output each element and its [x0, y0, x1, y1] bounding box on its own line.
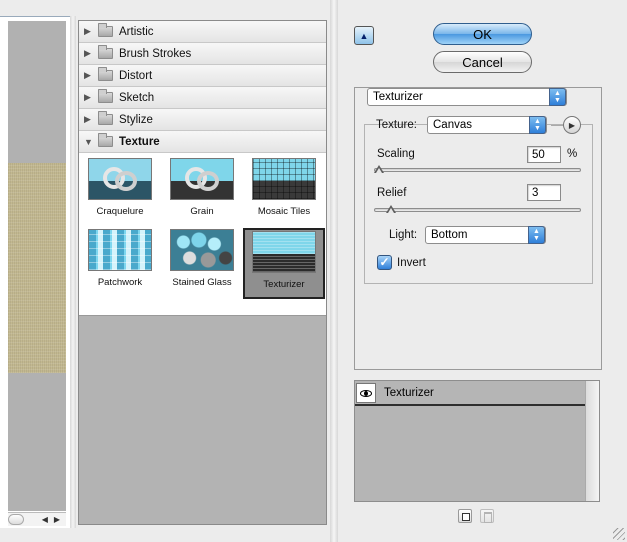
preview-canvas: [8, 163, 66, 373]
category-label: Stylize: [119, 113, 153, 126]
preview-horizontal-scrollbar[interactable]: ◀ ▶: [8, 512, 66, 526]
texturizer-thumbnail-icon: [252, 231, 316, 273]
visibility-eye-icon[interactable]: [356, 383, 376, 403]
thumbnail-texturizer[interactable]: Texturizer: [243, 228, 325, 299]
play-arrow-icon: ▶: [568, 120, 576, 130]
panel-divider[interactable]: [330, 0, 338, 542]
category-label: Distort: [119, 69, 153, 82]
scroll-right-arrow-icon[interactable]: ▶: [54, 515, 60, 524]
up-down-arrows-icon: ▲ ▼: [529, 116, 546, 134]
open-folder-icon: [98, 133, 113, 147]
category-sketch[interactable]: ▶ Sketch: [79, 87, 326, 109]
effect-layers-panel: Texturizer: [354, 380, 600, 502]
texture-menu-button[interactable]: ▶: [563, 116, 581, 134]
texture-select-value: Canvas: [433, 119, 472, 131]
patchwork-thumbnail-icon: [88, 229, 152, 271]
ok-button[interactable]: OK: [433, 23, 532, 45]
thumbnail-label: Mosaic Tiles: [257, 206, 311, 217]
disclosure-triangle-icon[interactable]: ▶: [84, 48, 94, 59]
scaling-slider-knob[interactable]: [374, 165, 384, 175]
scaling-slider[interactable]: [374, 168, 581, 172]
category-label: Texture: [119, 135, 160, 148]
filter-select[interactable]: Texturizer ▲ ▼: [367, 88, 567, 106]
triangle-up-icon: ▲: [359, 30, 369, 41]
texture-thumbnails: Craquelure Grain Mosaic Tiles Patchwork …: [79, 153, 326, 316]
thumbnail-mosaic-tiles[interactable]: Mosaic Tiles: [243, 157, 325, 228]
grain-thumbnail-icon: [170, 158, 234, 200]
divider-line: [551, 125, 563, 126]
new-effect-layer-icon[interactable]: [458, 509, 472, 523]
invert-label[interactable]: Invert: [397, 257, 426, 269]
light-select-value: Bottom: [431, 229, 468, 241]
thumbnail-label: Patchwork: [97, 277, 143, 288]
thumbnail-stained-glass[interactable]: Stained Glass: [161, 228, 243, 299]
preview-pane: ◀ ▶: [0, 16, 70, 528]
invert-checkbox[interactable]: ✓: [377, 255, 392, 270]
relief-slider[interactable]: [374, 208, 581, 212]
scaling-unit: %: [567, 148, 578, 160]
layer-row[interactable]: Texturizer: [355, 381, 585, 406]
thumbnail-label: Craquelure: [96, 206, 144, 217]
disclosure-triangle-icon[interactable]: ▶: [84, 70, 94, 81]
category-label: Brush Strokes: [119, 47, 192, 60]
resize-grip-icon[interactable]: [613, 528, 625, 540]
category-texture[interactable]: ▼ Texture: [79, 131, 326, 153]
thumbnail-patchwork[interactable]: Patchwork: [79, 228, 161, 299]
filter-gallery: ▶ Artistic ▶ Brush Strokes ▶ Distort ▶ S…: [78, 20, 327, 525]
thumbnail-craquelure[interactable]: Craquelure: [79, 157, 161, 228]
light-label: Light:: [389, 229, 418, 241]
disclosure-triangle-icon[interactable]: ▶: [84, 114, 94, 125]
thumbnail-label: Stained Glass: [172, 277, 232, 288]
thumbnail-grain[interactable]: Grain: [161, 157, 243, 228]
thumbnail-label: Grain: [190, 206, 214, 217]
preview-area[interactable]: [8, 21, 66, 511]
disclosure-triangle-icon[interactable]: ▶: [84, 92, 94, 103]
craquelure-thumbnail-icon: [88, 158, 152, 200]
relief-slider-knob[interactable]: [385, 205, 396, 215]
thumbnail-label: Texturizer: [263, 279, 305, 290]
category-distort[interactable]: ▶ Distort: [79, 65, 326, 87]
disclosure-triangle-open-icon[interactable]: ▼: [84, 137, 94, 147]
disclosure-triangle-icon[interactable]: ▶: [84, 26, 94, 37]
mosaic-tiles-thumbnail-icon: [252, 158, 316, 200]
delete-effect-layer-icon[interactable]: [480, 509, 494, 523]
pane-divider[interactable]: [70, 16, 76, 528]
category-stylize[interactable]: ▶ Stylize: [79, 109, 326, 131]
up-down-arrows-icon: ▲ ▼: [549, 88, 566, 106]
scrollbar-thumb[interactable]: [8, 514, 24, 525]
stained-glass-thumbnail-icon: [170, 229, 234, 271]
texture-label: Texture:: [376, 119, 417, 131]
folder-icon: [98, 45, 113, 59]
scaling-input[interactable]: 50: [527, 146, 561, 163]
texture-select[interactable]: Canvas ▲ ▼: [427, 116, 547, 134]
scaling-label: Scaling: [377, 148, 415, 160]
relief-input[interactable]: 3: [527, 184, 561, 201]
checkmark-icon: ✓: [379, 255, 390, 269]
light-select[interactable]: Bottom ▲ ▼: [425, 226, 546, 244]
folder-icon: [98, 89, 113, 103]
folder-icon: [98, 67, 113, 81]
up-down-arrows-icon: ▲ ▼: [528, 226, 545, 244]
category-label: Artistic: [119, 25, 154, 38]
cancel-button[interactable]: Cancel: [433, 51, 532, 73]
folder-icon: [98, 111, 113, 125]
category-label: Sketch: [119, 91, 155, 104]
scroll-left-arrow-icon[interactable]: ◀: [42, 515, 48, 524]
category-brush-strokes[interactable]: ▶ Brush Strokes: [79, 43, 326, 65]
layers-scrollbar[interactable]: [585, 381, 599, 501]
relief-label: Relief: [377, 187, 407, 199]
layer-name: Texturizer: [384, 387, 434, 399]
folder-icon: [98, 23, 113, 37]
toggle-gallery-button[interactable]: ▲: [354, 26, 374, 45]
category-artistic[interactable]: ▶ Artistic: [79, 21, 326, 43]
filter-select-value: Texturizer: [373, 91, 423, 103]
